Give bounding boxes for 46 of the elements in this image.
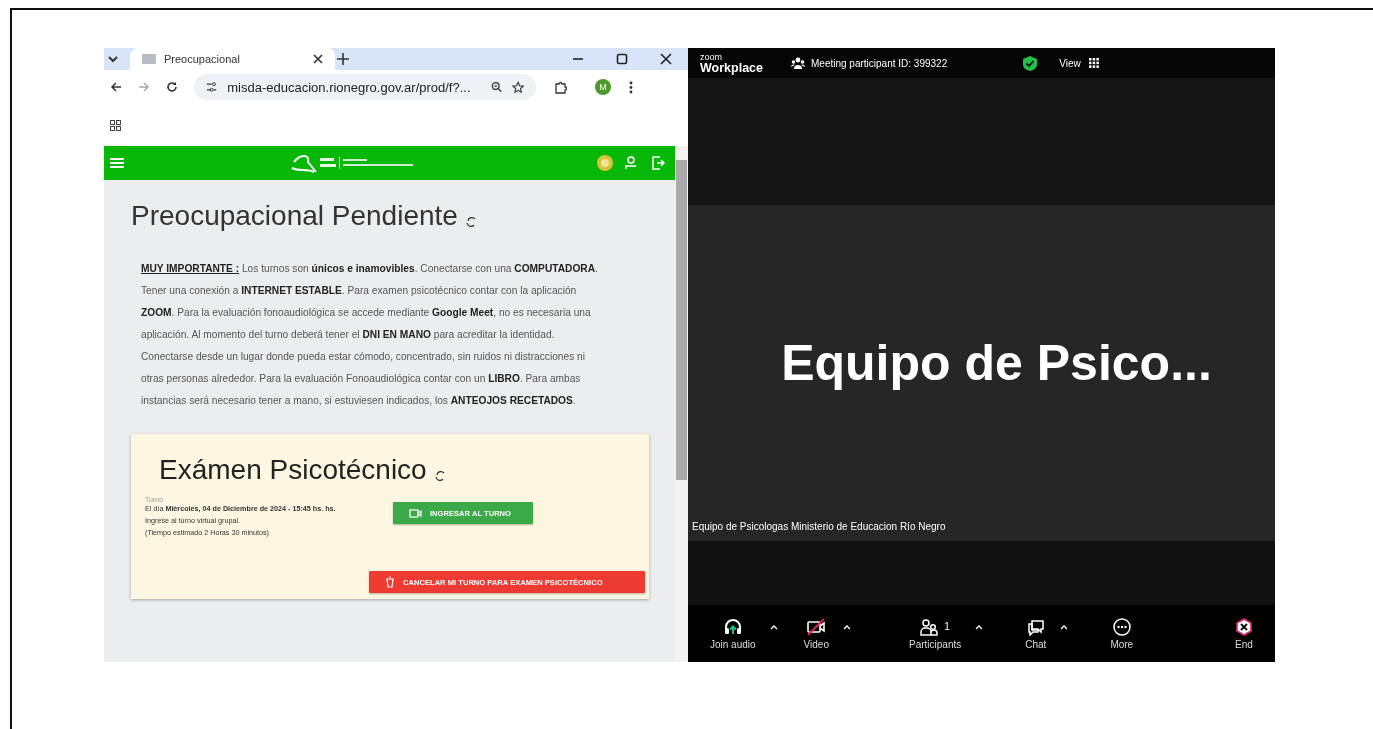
notice-paragraph: MUY IMPORTANTE : Los turnos son únicos e inamovibles. Conectarse con una COMPUTADORA. Tener una conexión a INTERNET ESTABLE. Para examen psicotécnico contar con la aplicación ZOOM. Para la evaluación fonoaudiológica se accede mediante Google Meet, no es necesaria una aplicación. Al momento del turno deberá tener el DNI EN MANO para acreditar la identidad. Conectarse desde un lugar donde pueda estar cómodo, concentrado, sin ruidos ni distracciones ni otras personas alrededor. Para la evaluación Fonoaudiológica contar con un LIBRO. Para ambas instancias será necesario tener a mano, si estuviesen indicados, los ANTEOJOS RECETADOS. bbox=[141, 262, 599, 408]
browser-tab[interactable]: Preocupacional bbox=[130, 48, 335, 70]
refresh-icon[interactable] bbox=[434, 469, 445, 481]
site-settings-icon[interactable] bbox=[206, 81, 218, 93]
toolbar-button[interactable]: End bbox=[1235, 617, 1253, 650]
trash-icon bbox=[385, 576, 395, 588]
close-icon[interactable] bbox=[660, 53, 672, 65]
apps-icon[interactable] bbox=[110, 119, 121, 131]
toolbar-button[interactable]: Chat bbox=[1025, 617, 1047, 650]
shield-icon bbox=[1023, 55, 1038, 71]
toolbar-button[interactable]: 1 Participants bbox=[909, 617, 962, 650]
name-label: Equipo de Psicologas Ministerio de Educacion Río Negro bbox=[692, 521, 946, 532]
address-bar[interactable]: misda-educacion.rionegro.gov.ar/prod/f?... bbox=[194, 74, 536, 100]
meeting-id: Meeting participant ID: 399322 bbox=[811, 57, 948, 69]
reload-icon[interactable] bbox=[166, 81, 178, 93]
toolbar-button[interactable]: Video bbox=[803, 617, 829, 650]
close-icon[interactable] bbox=[313, 54, 323, 64]
caret-icon[interactable] bbox=[769, 624, 778, 630]
puzzle-icon[interactable] bbox=[554, 80, 567, 94]
new-tab-icon[interactable] bbox=[337, 53, 349, 65]
brand-name: zoom bbox=[700, 52, 723, 63]
logout-icon[interactable] bbox=[651, 156, 665, 170]
forward-icon bbox=[138, 81, 150, 93]
people-icon bbox=[791, 57, 805, 69]
grid-icon bbox=[1088, 58, 1099, 68]
camera-icon bbox=[409, 508, 422, 518]
page-title: Preocupacional Pendiente bbox=[131, 200, 458, 232]
card-title: Exámen Psicotécnico bbox=[159, 454, 427, 486]
caret-icon[interactable] bbox=[843, 624, 851, 630]
page-icon bbox=[142, 53, 156, 65]
menu-icon[interactable] bbox=[629, 80, 633, 94]
caret-icon[interactable] bbox=[975, 624, 984, 630]
view-button[interactable]: View bbox=[1059, 57, 1099, 69]
toolbar-button[interactable]: More bbox=[1110, 617, 1134, 650]
refresh-icon[interactable] bbox=[465, 215, 476, 227]
tab-list-icon[interactable] bbox=[106, 53, 120, 65]
back-icon[interactable] bbox=[110, 81, 122, 93]
caret-icon[interactable] bbox=[1060, 624, 1069, 630]
participant-name: Equipo de Psico... bbox=[781, 334, 1212, 392]
product-name: Workplace bbox=[700, 63, 763, 74]
toolbar-button[interactable]: Join audio bbox=[710, 617, 756, 650]
profile-avatar[interactable]: M bbox=[595, 79, 611, 95]
zoom-icon[interactable] bbox=[490, 81, 502, 93]
star-icon[interactable] bbox=[511, 80, 524, 94]
maximize-icon[interactable] bbox=[616, 53, 628, 65]
scrollbar[interactable] bbox=[675, 146, 688, 662]
